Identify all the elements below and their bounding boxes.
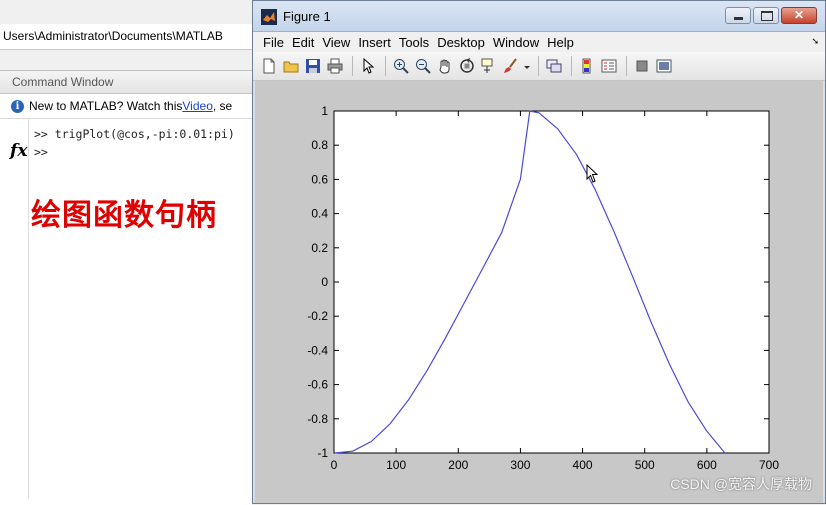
rotate-3d-icon[interactable] bbox=[457, 56, 477, 76]
y-tick-label: 1 bbox=[321, 104, 328, 118]
video-link[interactable]: Video bbox=[182, 94, 212, 118]
menu-file[interactable]: File bbox=[263, 35, 284, 50]
command-prompt[interactable]: >> bbox=[34, 145, 48, 159]
menu-view[interactable]: View bbox=[322, 35, 350, 50]
y-tick-label: -0.6 bbox=[307, 378, 328, 392]
save-icon[interactable] bbox=[303, 56, 323, 76]
y-tick-label: 0 bbox=[321, 275, 328, 289]
legend-icon[interactable] bbox=[599, 56, 619, 76]
figure-toolbar bbox=[253, 52, 825, 81]
x-tick-label: 500 bbox=[635, 458, 655, 472]
edit-plot-arrow-icon[interactable] bbox=[358, 56, 378, 76]
open-file-icon[interactable] bbox=[281, 56, 301, 76]
menu-insert[interactable]: Insert bbox=[358, 35, 391, 50]
info-icon: i bbox=[11, 99, 24, 113]
command-window-title: Command Window bbox=[0, 71, 252, 94]
menu-desktop[interactable]: Desktop bbox=[437, 35, 485, 50]
matlab-logo-icon bbox=[261, 9, 277, 25]
y-tick-label: -1 bbox=[317, 446, 328, 460]
x-tick-label: 600 bbox=[697, 458, 717, 472]
menubar-dock-arrow-icon[interactable]: ➘ bbox=[811, 36, 819, 47]
overlay-caption: 绘图函数句柄 bbox=[31, 199, 217, 232]
toolbar-separator bbox=[626, 56, 627, 76]
hide-plot-tools-icon[interactable] bbox=[632, 56, 652, 76]
brush-dropdown-icon[interactable] bbox=[523, 56, 531, 76]
y-tick-label: 0.4 bbox=[311, 207, 328, 221]
y-tick-label: -0.8 bbox=[307, 412, 328, 426]
minimize-button[interactable] bbox=[725, 7, 751, 24]
figure-titlebar[interactable]: Figure 1 ✕ bbox=[253, 1, 825, 32]
data-cursor-icon[interactable] bbox=[479, 56, 499, 76]
axes-box bbox=[333, 110, 770, 454]
menu-window[interactable]: Window bbox=[493, 35, 539, 50]
figure-window: Figure 1 ✕ File Edit View Insert Tools D… bbox=[252, 0, 826, 504]
x-tick-label: 400 bbox=[573, 458, 593, 472]
x-tick-label: 300 bbox=[510, 458, 530, 472]
command-window[interactable]: Command Window i New to MATLAB? Watch th… bbox=[0, 70, 252, 505]
zoom-out-icon[interactable] bbox=[413, 56, 433, 76]
x-tick-label: 200 bbox=[448, 458, 468, 472]
function-browser-column: fx bbox=[0, 119, 29, 499]
watermark: CSDN @宽容人厚载物 bbox=[670, 476, 812, 492]
y-tick-label: 0.6 bbox=[311, 172, 328, 186]
x-tick-label: 0 bbox=[331, 458, 338, 472]
show-plot-tools-icon[interactable] bbox=[654, 56, 674, 76]
maximize-button[interactable] bbox=[753, 7, 779, 24]
figure-menubar: File Edit View Insert Tools Desktop Wind… bbox=[253, 32, 825, 52]
info-text: New to MATLAB? Watch this bbox=[29, 99, 183, 113]
menu-help[interactable]: Help bbox=[547, 35, 574, 50]
figure-canvas[interactable]: 0 100 200 300 400 500 600 700 -1 -0.8 -0.6 -0.4 -0.2… bbox=[255, 81, 823, 503]
pan-hand-icon[interactable] bbox=[435, 56, 455, 76]
info-bar: i New to MATLAB? Watch this Video , se bbox=[0, 94, 252, 119]
close-button[interactable]: ✕ bbox=[781, 7, 817, 24]
mouse-cursor-icon bbox=[586, 164, 599, 183]
function-browser-fx-icon[interactable]: fx bbox=[10, 141, 27, 161]
plot-axes[interactable]: 0 100 200 300 400 500 600 700 -1 -0.8 -0.6 -0.4 -0.2… bbox=[255, 81, 823, 503]
menu-edit[interactable]: Edit bbox=[292, 35, 314, 50]
history-command-line: >> trigPlot(@cos,-pi:0.01:pi) bbox=[34, 127, 235, 141]
print-icon[interactable] bbox=[325, 56, 345, 76]
info-text-tail: , se bbox=[212, 99, 233, 113]
y-tick-label: -0.4 bbox=[307, 343, 328, 357]
y-tick-label: -0.2 bbox=[307, 309, 328, 323]
x-tick-label: 100 bbox=[386, 458, 406, 472]
toolbar-separator bbox=[385, 56, 386, 76]
figure-title: Figure 1 bbox=[283, 9, 331, 24]
toolbar-separator bbox=[538, 56, 539, 76]
menu-tools[interactable]: Tools bbox=[399, 35, 429, 50]
y-tick-label: 0.2 bbox=[311, 241, 328, 255]
link-plot-icon[interactable] bbox=[544, 56, 564, 76]
current-folder-path[interactable]: Users\Administrator\Documents\MATLAB bbox=[0, 24, 255, 50]
x-tick-label: 700 bbox=[759, 458, 779, 472]
new-figure-icon[interactable] bbox=[259, 56, 279, 76]
command-window-body[interactable]: fx >> trigPlot(@cos,-pi:0.01:pi) >> bbox=[0, 119, 252, 499]
brush-icon[interactable] bbox=[501, 56, 521, 76]
toolbar-separator bbox=[352, 56, 353, 76]
colorbar-icon[interactable] bbox=[577, 56, 597, 76]
toolbar-separator bbox=[571, 56, 572, 76]
zoom-in-icon[interactable] bbox=[391, 56, 411, 76]
y-tick-label: 0.8 bbox=[311, 138, 328, 152]
